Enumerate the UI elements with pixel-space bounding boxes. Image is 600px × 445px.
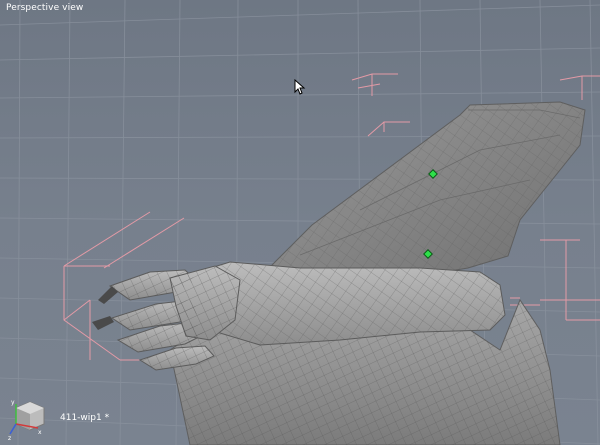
3d-viewport[interactable]: Perspective view y x z 411-wip1 * <box>0 0 600 445</box>
axis-gizmo-icon: y x z <box>8 399 45 440</box>
wing-mesh[interactable] <box>271 101 586 293</box>
claws <box>92 286 118 330</box>
svg-text:x: x <box>38 429 42 436</box>
svg-text:z: z <box>8 435 11 440</box>
scene-file-label: 411-wip1 * <box>60 413 110 423</box>
svg-text:y: y <box>11 399 15 406</box>
viewport-title: Perspective view <box>6 3 84 13</box>
arrow-cursor-icon <box>294 79 306 95</box>
scene-canvas[interactable] <box>0 0 600 445</box>
